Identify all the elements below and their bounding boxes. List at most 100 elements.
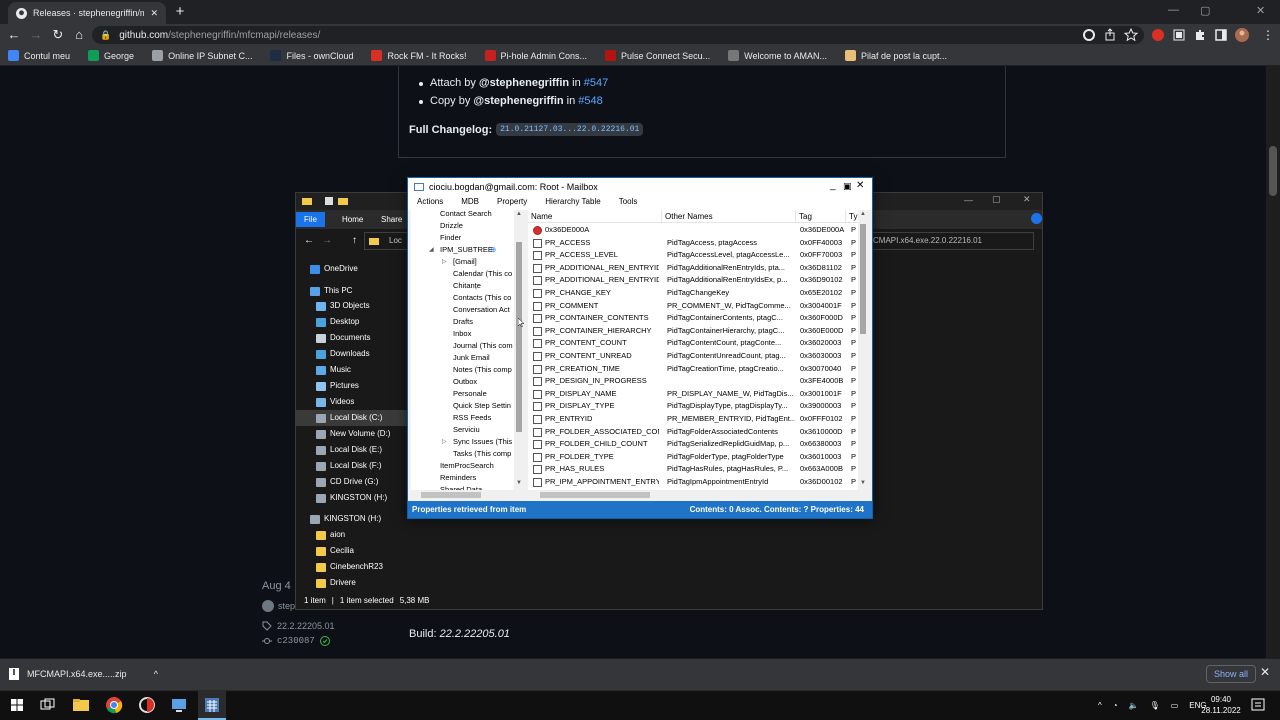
google-icon[interactable] bbox=[1082, 28, 1096, 42]
column-header-tag[interactable]: Tag bbox=[796, 210, 846, 223]
property-row[interactable]: PR_IPM_APPOINTMENT_ENTRY... PidTagIpmAppo… bbox=[528, 476, 858, 489]
home-button[interactable]: ⌂ bbox=[71, 27, 87, 43]
ribbon-tab-file[interactable]: File bbox=[296, 212, 325, 227]
browser-menu-icon[interactable]: ⋮ bbox=[1262, 28, 1274, 42]
property-row[interactable]: PR_FOLDER_CHILD_COUNT PidTagSerializedRep… bbox=[528, 438, 858, 451]
tree-expander-icon[interactable]: ◢ bbox=[429, 244, 434, 256]
tree-node[interactable]: Notes (This comp bbox=[453, 364, 512, 376]
nav-item[interactable]: CinebenchR23 bbox=[296, 559, 444, 575]
menu-item[interactable]: MDB bbox=[452, 196, 488, 210]
ribbon-tab-share[interactable]: Share bbox=[373, 212, 410, 227]
download-options-chevron-icon[interactable]: ^ bbox=[154, 669, 158, 679]
tree-node[interactable]: Reminders bbox=[440, 472, 476, 484]
tree-node[interactable]: Contact Search bbox=[440, 210, 492, 220]
tree-node[interactable]: Chitanțe bbox=[453, 280, 481, 292]
tree-node[interactable]: Outbox bbox=[453, 376, 477, 388]
file-explorer-taskbar-icon[interactable] bbox=[72, 696, 90, 714]
tree-node[interactable]: Sync Issues (This bbox=[453, 436, 512, 448]
bookmark-item[interactable]: Pilaf de post la cupt... bbox=[844, 50, 947, 61]
new-tab-button[interactable]: + bbox=[172, 4, 188, 20]
property-row[interactable]: PR_CONTAINER_HIERARCHY PidTagContainerHie… bbox=[528, 325, 858, 338]
property-row[interactable]: PR_DESIGN_IN_PROGRESS 0x3FE4000B P bbox=[528, 375, 858, 388]
menu-item[interactable]: Actions bbox=[408, 196, 452, 210]
property-row[interactable]: PR_ENTRYID PR_MEMBER_ENTRYID, PidTagEnt..… bbox=[528, 413, 858, 426]
volume-speaker-icon[interactable]: 🔈 bbox=[1129, 701, 1139, 710]
network-wifi-icon[interactable]: ◔ bbox=[1113, 701, 1118, 710]
explorer-up-button[interactable]: ↑ bbox=[352, 235, 357, 246]
bookmark-item[interactable]: Rock FM - It Rocks! bbox=[371, 50, 467, 61]
properties-icon[interactable] bbox=[324, 196, 334, 206]
property-row[interactable]: PR_COMMENT PR_COMMENT_W, PidTagComme... 0x… bbox=[528, 300, 858, 313]
notifications-icon[interactable] bbox=[1250, 697, 1266, 713]
bookmark-item[interactable]: Welcome to AMAN... bbox=[728, 50, 827, 61]
author-link[interactable]: @stephenegriffin bbox=[479, 77, 569, 89]
property-row[interactable]: 0x36DE000A 0x36DE000A P bbox=[528, 224, 858, 237]
tray-overflow-chevron-icon[interactable]: ^ bbox=[1098, 701, 1102, 710]
tree-node[interactable]: Junk Email bbox=[453, 352, 490, 364]
nav-item[interactable]: Cecilia bbox=[296, 543, 444, 559]
property-row[interactable]: PR_CREATION_TIME PidTagCreationTime, ptag… bbox=[528, 363, 858, 376]
tree-node[interactable]: Calendar (This co bbox=[453, 268, 512, 280]
release-author[interactable]: step bbox=[262, 600, 295, 612]
explorer-minimize-button[interactable]: — bbox=[964, 195, 973, 205]
column-header-other-names[interactable]: Other Names bbox=[662, 210, 796, 223]
browser-tab[interactable]: Releases · stephenegriffin/mfcmap ✕ bbox=[8, 2, 166, 24]
property-row[interactable]: PR_CHANGE_KEY PidTagChangeKey 0x65E20102 P bbox=[528, 287, 858, 300]
author-link[interactable]: @stephenegriffin bbox=[473, 95, 563, 107]
mfcmapi-close-button[interactable]: ✕ bbox=[856, 181, 864, 191]
property-row[interactable]: PR_HAS_RULES PidTagHasRules, ptagHasRules… bbox=[528, 463, 858, 476]
extension-red-icon[interactable] bbox=[1151, 28, 1165, 42]
ribbon-tab-home[interactable]: Home bbox=[334, 212, 371, 227]
tree-node[interactable]: IPM_SUBTREE bbox=[440, 244, 493, 256]
download-item[interactable]: MFCMAPI.x64.exe.....zip ^ bbox=[8, 664, 158, 684]
property-row[interactable]: PR_DISPLAY_TYPE PidTagDisplayType, ptagDi… bbox=[528, 400, 858, 413]
menu-item[interactable]: Tools bbox=[610, 196, 647, 210]
property-row[interactable]: PR_FOLDER_ASSOCIATED_CON... PidTagFolderA… bbox=[528, 426, 858, 439]
tree-node[interactable]: ItemProcSearch bbox=[440, 460, 494, 472]
property-row[interactable]: PR_DISPLAY_NAME PR_DISPLAY_NAME_W, PidTag… bbox=[528, 388, 858, 401]
explorer-maximize-button[interactable]: ▢ bbox=[992, 194, 1001, 205]
bookmark-item[interactable]: Online IP Subnet C... bbox=[152, 50, 252, 61]
pr-link[interactable]: #547 bbox=[584, 77, 608, 89]
menu-item[interactable]: Property bbox=[488, 196, 536, 210]
column-header-name[interactable]: Name bbox=[528, 210, 662, 223]
property-row[interactable]: PR_FOLDER_TYPE PidTagFolderType, ptagFold… bbox=[528, 451, 858, 464]
explorer-close-button[interactable]: ✕ bbox=[1023, 194, 1031, 205]
show-all-downloads-button[interactable]: Show all bbox=[1206, 665, 1257, 683]
nav-item[interactable]: Drivere bbox=[296, 575, 444, 591]
property-row[interactable]: PR_ACCESS_LEVEL PidTagAccessLevel, ptagAc… bbox=[528, 249, 858, 262]
tree-node[interactable]: Drafts bbox=[453, 316, 473, 328]
tab-close-icon[interactable]: ✕ bbox=[150, 8, 158, 19]
battery-icon[interactable]: ▭ bbox=[1171, 701, 1179, 710]
address-bar[interactable]: 🔒 github.com/stephenegriffin/mfcmapi/rel… bbox=[92, 26, 1144, 44]
help-icon[interactable] bbox=[1031, 213, 1042, 224]
bookmark-item[interactable]: Contul meu bbox=[8, 50, 70, 61]
property-row[interactable]: PR_CONTENT_UNREAD PidTagContentUnreadCoun… bbox=[528, 350, 858, 363]
tree-expander-icon[interactable]: ▷ bbox=[442, 436, 447, 448]
folder-tree[interactable]: Contact Search Drizzle Finder ◢ IPM_SUBTREE ⊕… bbox=[411, 210, 514, 490]
tree-expander-icon[interactable]: ▷ bbox=[442, 256, 447, 268]
bookmark-star-icon[interactable] bbox=[1124, 28, 1138, 42]
bookmark-item[interactable]: Pi-hole Admin Cons... bbox=[484, 50, 587, 61]
tree-node[interactable]: Journal (This com bbox=[453, 340, 513, 352]
bookmark-item[interactable]: Pulse Connect Secu... bbox=[605, 50, 710, 61]
property-row[interactable]: PR_ADDITIONAL_REN_ENTRYIDS PidTagAddition… bbox=[528, 262, 858, 275]
tree-node[interactable]: Finder bbox=[440, 232, 461, 244]
menu-item[interactable]: Hierarchy Table bbox=[536, 196, 609, 210]
tree-node[interactable]: Conversation Act bbox=[453, 304, 510, 316]
chrome-taskbar-icon[interactable] bbox=[105, 696, 123, 714]
tree-node[interactable]: Drizzle bbox=[440, 220, 463, 232]
tree-node[interactable]: Inbox bbox=[453, 328, 471, 340]
minimize-button[interactable]: — bbox=[1168, 4, 1179, 16]
tree-node[interactable]: Quick Step Settin bbox=[453, 400, 511, 412]
mfcmapi-maximize-button[interactable]: ▣ bbox=[843, 181, 852, 191]
taskbar-clock[interactable]: 09:40 28.11.2022 bbox=[1196, 694, 1246, 716]
changelog-compare-link[interactable]: 21.0.21127.03...22.0.22216.01 bbox=[496, 123, 644, 136]
properties-horizontal-scrollbar[interactable] bbox=[528, 490, 858, 500]
tree-node[interactable]: Tasks (This comp bbox=[453, 448, 511, 460]
tree-node[interactable]: [Gmail] bbox=[453, 256, 477, 268]
close-download-bar-button[interactable]: ✕ bbox=[1260, 665, 1270, 679]
microphone-icon[interactable]: 🎙 bbox=[1150, 701, 1160, 710]
bookmark-item[interactable]: Files - ownCloud bbox=[270, 50, 353, 61]
tree-node[interactable]: Contacts (This co bbox=[453, 292, 511, 304]
